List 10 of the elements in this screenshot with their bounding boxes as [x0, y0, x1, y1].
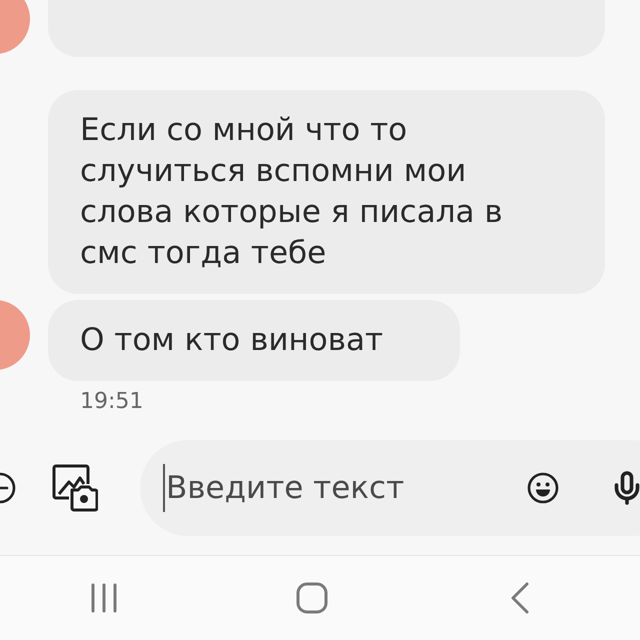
message-input[interactable]: Введите текст: [165, 464, 495, 512]
message-time: 19:51: [80, 390, 144, 414]
recents-icon[interactable]: [89, 583, 119, 613]
gallery-camera-icon[interactable]: [52, 464, 98, 512]
message-field[interactable]: Введите текст: [140, 440, 640, 536]
emoji-icon[interactable]: [527, 472, 559, 504]
back-icon[interactable]: [510, 582, 530, 614]
message-text: О том кто виноват: [80, 321, 384, 360]
message-text: Если со мной что то случиться вспомни мои слова которые я писала в смс тогда тебе: [80, 111, 504, 273]
home-icon[interactable]: [296, 582, 328, 614]
